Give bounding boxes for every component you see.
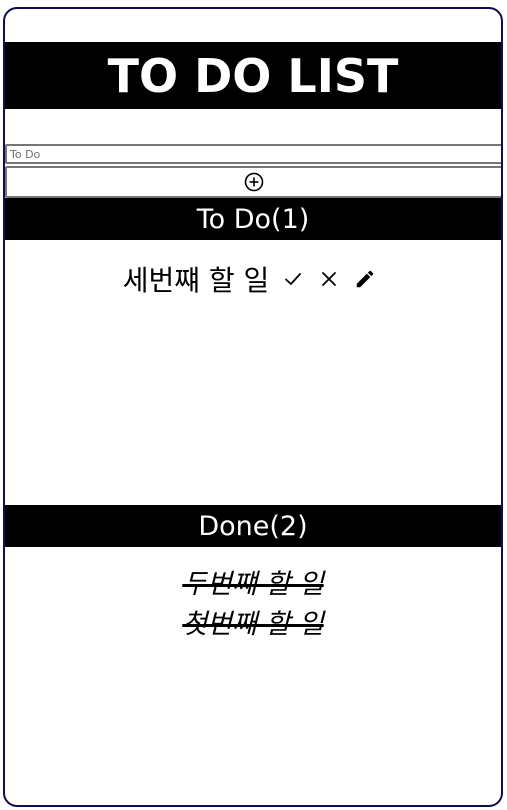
todo-input[interactable] xyxy=(5,144,501,164)
delete-button[interactable] xyxy=(317,267,341,291)
close-icon xyxy=(319,269,339,289)
done-section-header: Done(2) xyxy=(5,505,501,547)
add-button[interactable] xyxy=(5,166,501,198)
todo-item-text: 세번쨰 할 일 xyxy=(122,264,270,297)
edit-button[interactable] xyxy=(353,267,377,291)
todo-section-label: To Do(1) xyxy=(196,203,310,235)
done-section-label: Done(2) xyxy=(198,510,308,542)
check-icon xyxy=(283,269,303,289)
app-frame: TO DO LIST To Do(1) 세번쨰 할 일 xyxy=(3,7,503,807)
todo-section-header: To Do(1) xyxy=(5,198,501,240)
done-item[interactable]: 첫번째 할 일 xyxy=(182,605,323,645)
complete-button[interactable] xyxy=(281,267,305,291)
circle-plus-icon xyxy=(244,172,264,192)
list-item: 세번쨰 할 일 xyxy=(5,259,501,299)
title-bar: TO DO LIST xyxy=(5,42,501,109)
done-item[interactable]: 두번쨰 할 일 xyxy=(182,565,323,605)
pencil-icon xyxy=(354,268,376,290)
page-title: TO DO LIST xyxy=(107,48,399,103)
done-list: 두번쨰 할 일 첫번째 할 일 xyxy=(5,565,501,645)
